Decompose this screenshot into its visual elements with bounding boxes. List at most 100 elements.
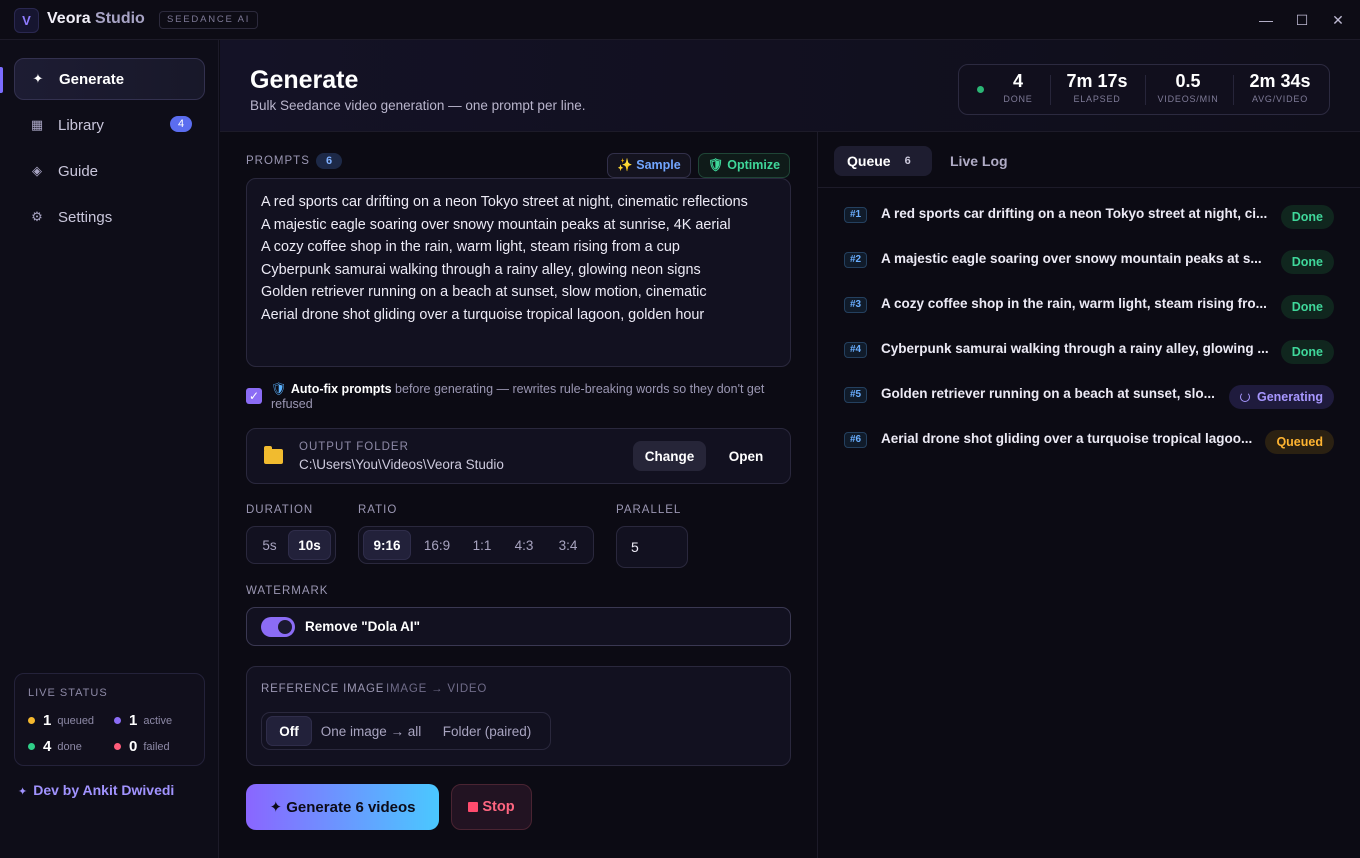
live-stat-queued: 1 queued <box>28 712 94 729</box>
autofix-checkbox[interactable]: ✓ <box>246 388 262 404</box>
folder-icon <box>264 446 283 464</box>
sample-button[interactable]: ✨ Sample <box>607 153 691 178</box>
failed-label: failed <box>143 740 170 753</box>
active-nav-indicator <box>0 67 3 93</box>
live-status-title: LIVE STATUS <box>28 687 108 699</box>
reference-image-selector: Off One image → all Folder (paired) <box>261 712 551 750</box>
queued-dot <box>28 717 35 724</box>
stat-divider <box>1233 75 1234 105</box>
stat-elapsed: 7m 17s ELAPSED <box>1055 71 1139 104</box>
prompt-line: Aerial drone shot gliding over a turquoi… <box>261 306 705 323</box>
queue-item[interactable]: #6 Aerial drone shot gliding over a turq… <box>844 426 1334 456</box>
queue-item-text: A majestic eagle soaring over snowy moun… <box>881 251 1262 266</box>
remove-watermark-label: Remove "Dola AI" <box>305 619 421 634</box>
generate-button[interactable]: ✦ Generate 6 videos <box>246 784 439 830</box>
optimize-button[interactable]: 🛡 Optimize <box>698 153 790 178</box>
stat-value: 4 <box>1012 71 1023 91</box>
parallel-input[interactable]: 5 <box>616 526 688 568</box>
output-folder-card: OUTPUT FOLDER C:\Users\You\Videos\Veora … <box>246 428 791 484</box>
minimize-icon[interactable]: — <box>1254 8 1278 32</box>
watermark-card: Remove "Dola AI" <box>246 607 791 646</box>
prompt-line: A red sports car drifting on a neon Toky… <box>261 194 748 210</box>
tab-queue[interactable]: Queue 6 <box>834 146 932 176</box>
duration-selector: 5s 10s <box>246 526 336 564</box>
tab-live-log[interactable]: Live Log <box>950 146 1008 176</box>
reference-image-title: REFERENCE IMAGE <box>261 683 385 695</box>
tab-queue-label: Queue <box>847 153 891 169</box>
done-count: 4 <box>43 738 52 755</box>
stat-videos-per-min: 0.5 VIDEOS/MIN <box>1151 71 1225 104</box>
ratio-option-9-16[interactable]: 9:16 <box>363 530 411 560</box>
prompt-line: Golden retriever running on a beach at s… <box>261 284 707 300</box>
reference-option-one-image[interactable]: One image → all <box>312 716 430 746</box>
status-badge: Done <box>1280 295 1334 319</box>
titlebar: V Veora Studio SEEDANCE AI — ☐ ✕ <box>0 0 1360 40</box>
open-folder-button[interactable]: Open <box>713 441 779 471</box>
reference-image-subtitle: IMAGE → VIDEO <box>386 683 488 695</box>
remove-watermark-toggle[interactable] <box>261 617 295 637</box>
live-stat-active: 1 active <box>114 712 172 729</box>
sidebar-item-label: Guide <box>58 162 99 180</box>
stat-value: 2m 34s <box>1249 71 1311 91</box>
queue-item-text: A cozy coffee shop in the rain, warm lig… <box>881 296 1267 311</box>
sidebar-item-guide[interactable]: ◈ Guide <box>14 150 205 192</box>
queued-label: queued <box>57 714 95 727</box>
sparkle-icon: ✦ <box>32 71 44 86</box>
queue-item[interactable]: #1 A red sports car drifting on a neon T… <box>844 201 1334 231</box>
ratio-option-3-4[interactable]: 3:4 <box>547 530 589 560</box>
queue-item-text: Cyberpunk samurai walking through a rain… <box>881 341 1269 356</box>
status-badge: Generating <box>1229 385 1334 409</box>
queue-item[interactable]: #4 Cyberpunk samurai walking through a r… <box>844 336 1334 366</box>
queue-item[interactable]: #5 Golden retriever running on a beach a… <box>844 381 1334 411</box>
parallel-label: PARALLEL <box>616 504 682 516</box>
live-status-panel: LIVE STATUS 1 queued 1 active 4 done 0 f… <box>14 673 205 766</box>
sidebar-item-label: Generate <box>59 70 125 88</box>
gear-icon: ⚙ <box>31 209 43 224</box>
active-dot <box>114 717 121 724</box>
ratio-option-4-3[interactable]: 4:3 <box>501 530 547 560</box>
grid-icon: ▦ <box>30 117 44 132</box>
prompts-textarea[interactable]: A red sports car drifting on a neon Toky… <box>246 178 791 367</box>
ratio-option-16-9[interactable]: 16:9 <box>411 530 463 560</box>
sidebar-item-library[interactable]: ▦ Library 4 <box>14 104 205 146</box>
queue-item[interactable]: #2 A majestic eagle soaring over snowy m… <box>844 246 1334 276</box>
output-folder-path: C:\Users\You\Videos\Veora Studio <box>299 457 504 472</box>
queue-item-text: Aerial drone shot gliding over a turquoi… <box>881 431 1253 446</box>
status-badge: Queued <box>1265 430 1334 454</box>
reference-option-folder[interactable]: Folder (paired) <box>430 716 544 746</box>
stat-label: AVG/VIDEO <box>1251 94 1309 104</box>
stop-button[interactable]: Stop <box>451 784 532 830</box>
shield-icon: 🛡 <box>271 382 287 396</box>
dev-credit[interactable]: ✦ Dev by Ankit Dwivedi <box>18 782 174 798</box>
ratio-selector: 9:16 16:9 1:1 4:3 3:4 <box>358 526 594 564</box>
sidebar-item-settings[interactable]: ⚙ Settings <box>14 196 205 238</box>
maximize-icon[interactable]: ☐ <box>1290 8 1314 32</box>
sidebar-item-label: Settings <box>58 208 113 226</box>
sidebar-item-generate[interactable]: ✦ Generate <box>14 58 205 100</box>
change-folder-button[interactable]: Change <box>633 441 706 471</box>
reference-option-off[interactable]: Off <box>266 716 312 746</box>
prompt-line: A majestic eagle soaring over snowy moun… <box>261 216 731 233</box>
duration-option-10s[interactable]: 10s <box>288 530 331 560</box>
close-icon[interactable]: ✕ <box>1326 8 1350 32</box>
queue-item[interactable]: #3 A cozy coffee shop in the rain, warm … <box>844 291 1334 321</box>
stat-label: DONE <box>1003 94 1033 104</box>
status-badge: Done <box>1280 250 1334 274</box>
stat-value: 7m 17s <box>1066 71 1128 91</box>
stat-label: VIDEOS/MIN <box>1157 94 1219 104</box>
watermark-label: WATERMARK <box>246 585 329 597</box>
app-title: Veora Studio <box>47 10 145 28</box>
stats-panel: 4 DONE 7m 17s ELAPSED 0.5 VIDEOS/MIN 2m … <box>958 64 1330 115</box>
panel-divider <box>817 132 818 858</box>
page-header: Generate Bulk Seedance video generation … <box>220 40 1360 132</box>
ratio-option-1-1[interactable]: 1:1 <box>463 530 501 560</box>
duration-option-5s[interactable]: 5s <box>251 530 288 560</box>
ratio-label: RATIO <box>358 504 398 516</box>
done-dot <box>28 743 35 750</box>
queue-item-number: #5 <box>844 387 868 403</box>
live-stat-done: 4 done <box>28 738 82 755</box>
reference-image-card: REFERENCE IMAGE IMAGE → VIDEO Off One im… <box>246 666 791 766</box>
stat-label: ELAPSED <box>1073 94 1121 104</box>
stat-divider <box>1145 75 1146 105</box>
stop-icon <box>468 802 479 812</box>
